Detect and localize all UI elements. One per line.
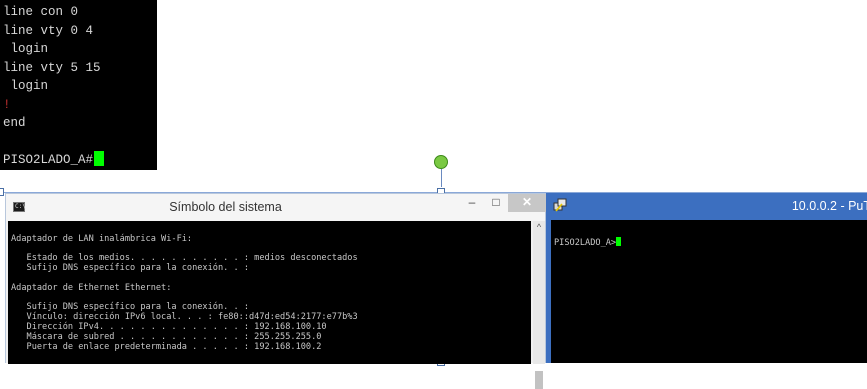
console-line: Puerta de enlace predeterminada . . . . …	[11, 341, 322, 352]
maximize-button[interactable]: □	[484, 194, 508, 212]
snippet-prompt: PISO2LADO_A#	[3, 153, 94, 167]
command-prompt-window: C:\ Símbolo del sistema – □ ✕ Adaptador …	[5, 193, 546, 389]
putty-icon	[553, 198, 567, 212]
snippet-line: end	[3, 116, 26, 130]
scroll-up-arrow-icon[interactable]: ^	[533, 221, 545, 233]
putty-window-title: 10.0.0.2 - PuTTY	[791, 199, 867, 213]
snippet-line: line con 0	[3, 5, 79, 19]
minimize-button[interactable]: –	[460, 194, 484, 212]
console-line: Adaptador de LAN inalámbrica Wi-Fi:	[11, 233, 193, 244]
terminal-cursor	[616, 237, 622, 246]
resize-handle-top-left[interactable]	[0, 188, 4, 196]
cmd-console-output[interactable]: Adaptador de LAN inalámbrica Wi-Fi: Esta…	[8, 221, 531, 364]
close-button[interactable]: ✕	[508, 194, 546, 212]
terminal-cursor	[94, 151, 105, 166]
cmd-window-title: Símbolo del sistema	[169, 200, 282, 214]
snippet-line: line vty 5 15	[3, 60, 101, 75]
cmd-scrollbar[interactable]: ^	[533, 221, 545, 389]
console-line: Sufijo DNS específico para la conexión. …	[11, 263, 249, 274]
snippet-line: login	[3, 42, 49, 56]
cmd-titlebar[interactable]: C:\ Símbolo del sistema – □ ✕	[6, 194, 546, 221]
rotate-handle[interactable]	[434, 155, 448, 169]
snippet-line: line vty 0 4	[3, 23, 94, 38]
putty-window: 10.0.0.2 - PuTTY PISO2LADO_A>	[546, 193, 867, 363]
snippet-line: !	[3, 97, 11, 112]
rotate-handle-connector	[441, 169, 442, 187]
snippet-prompt-line: PISO2LADO_A#	[3, 151, 157, 170]
snippet-line	[3, 133, 157, 152]
putty-titlebar[interactable]: 10.0.0.2 - PuTTY	[546, 193, 867, 220]
putty-terminal[interactable]: PISO2LADO_A>	[551, 220, 867, 363]
console-line: Adaptador de Ethernet Ethernet:	[11, 282, 172, 293]
putty-prompt: PISO2LADO_A>	[554, 238, 617, 248]
snippet-line: login	[3, 79, 49, 93]
scroll-thumb[interactable]	[535, 371, 543, 389]
terminal-snippet: line con 0 line vty 0 4 login line vty 5…	[0, 0, 157, 170]
